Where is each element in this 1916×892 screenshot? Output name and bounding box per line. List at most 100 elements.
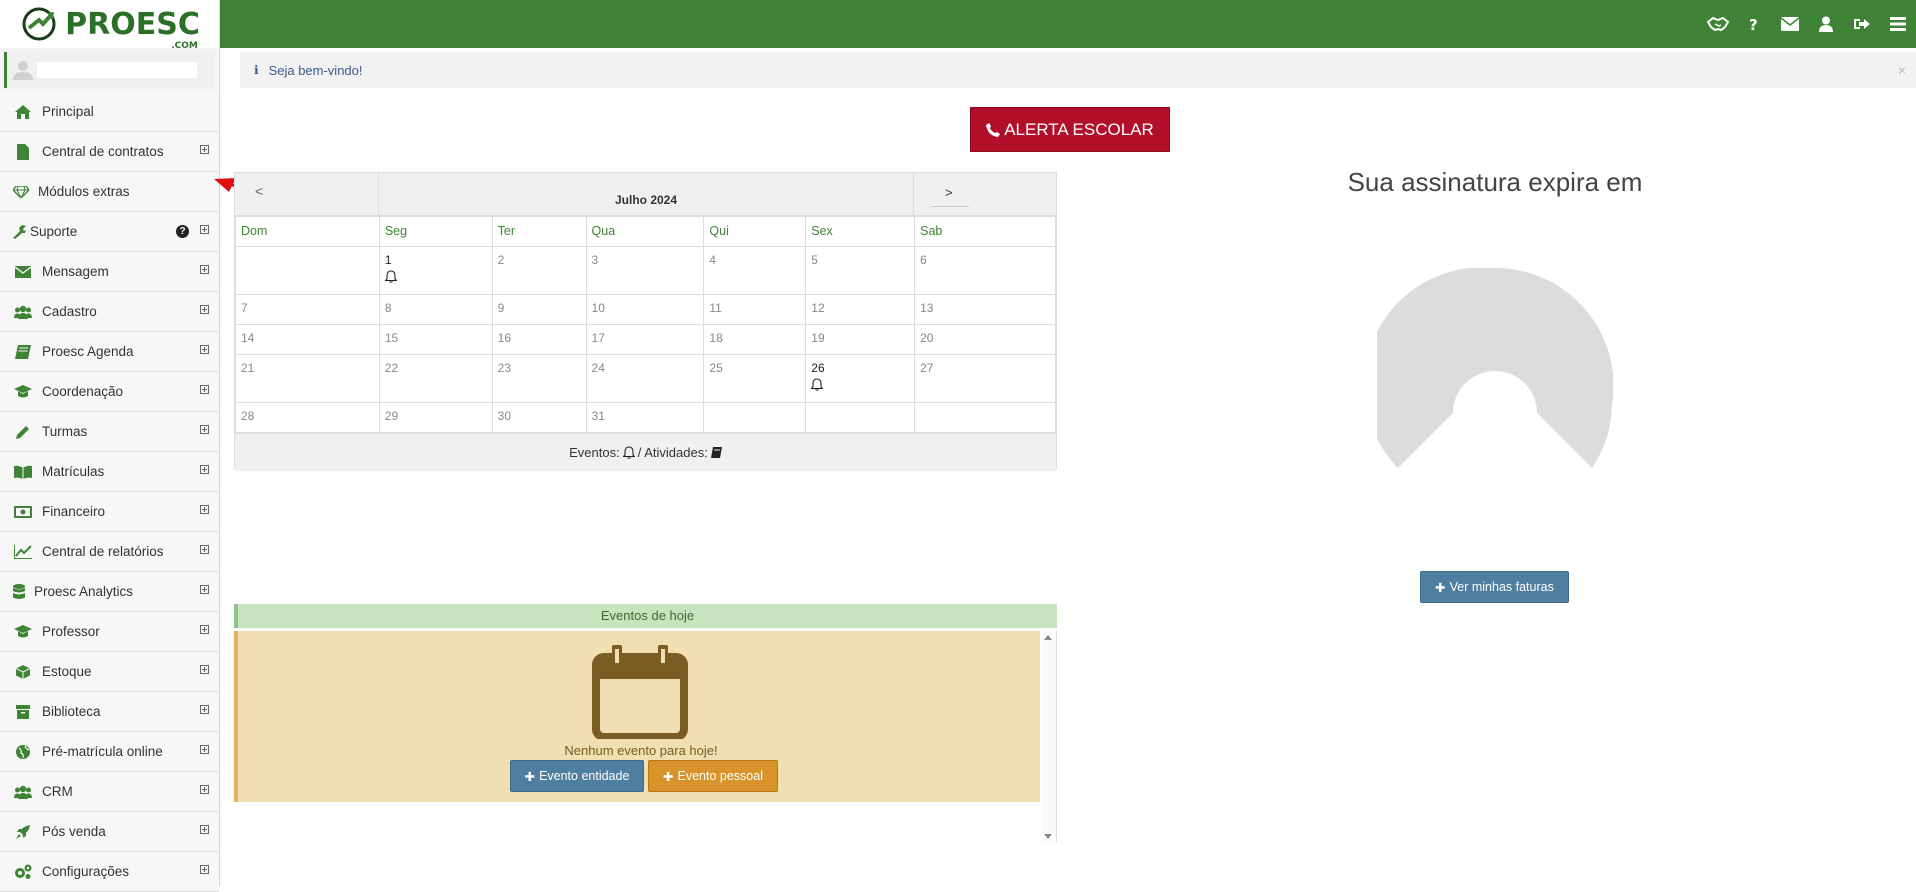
calendar-day[interactable]: 30 (491, 402, 587, 433)
sidebar-item-modulos-extras[interactable]: Módulos extras (0, 172, 219, 212)
expand-icon[interactable] (200, 545, 209, 554)
sidebar-item-financeiro[interactable]: Financeiro (0, 492, 219, 532)
sidebar-item-turmas[interactable]: Turmas (0, 412, 219, 452)
calendar-day[interactable]: 26 (805, 354, 916, 403)
expand-icon[interactable] (200, 585, 209, 594)
calendar-day[interactable]: 23 (491, 354, 587, 403)
weekday-qua: Qua (585, 216, 705, 247)
sidebar-item-central-de-contratos[interactable]: Central de contratos (0, 132, 219, 172)
calendar-day[interactable]: 13 (914, 294, 1056, 325)
scroll-down-icon[interactable] (1044, 834, 1052, 839)
sidebar-item-pre-matricula-online[interactable]: Pré-matrícula online (0, 732, 219, 772)
alerta-escolar-button[interactable]: ALERTA ESCOLAR (970, 107, 1170, 152)
sidebar-item-principal[interactable]: Principal (0, 92, 219, 132)
sidebar-item-mensagem[interactable]: Mensagem (0, 252, 219, 292)
sidebar-item-coordenacao[interactable]: Coordenação (0, 372, 219, 412)
calendar-weekdays: Dom Seg Ter Qua Qui Sex Sab (235, 216, 1056, 247)
calendar-day[interactable]: 10 (585, 294, 705, 325)
calendar-day[interactable]: 15 (378, 324, 493, 355)
sidebar-item-configuracoes[interactable]: Configurações (0, 852, 219, 892)
expand-icon[interactable] (200, 745, 209, 754)
expand-icon[interactable] (200, 665, 209, 674)
logo[interactable]: PROESC .COM (0, 0, 220, 51)
calendar-day[interactable]: 20 (914, 324, 1056, 355)
calendar-day[interactable]: 12 (805, 294, 916, 325)
expand-icon[interactable] (200, 865, 209, 874)
calendar-next-button[interactable]: > (931, 185, 969, 207)
calendar-day[interactable]: 27 (914, 354, 1056, 403)
sign-out-icon[interactable] (1844, 0, 1880, 48)
calendar-day[interactable]: 1 (378, 246, 493, 295)
expand-icon[interactable] (200, 505, 209, 514)
calendar-day[interactable]: 11 (703, 294, 807, 325)
ver-minhas-faturas-button[interactable]: ✚ Ver minhas faturas (1420, 571, 1569, 603)
help-icon[interactable]: ? (176, 225, 189, 238)
calendar-prev-button[interactable]: < (255, 183, 263, 199)
sidebar-item-central-de-relatorios[interactable]: Central de relatórios (0, 532, 219, 572)
hamburger-icon[interactable] (1880, 0, 1916, 48)
calendar-day[interactable]: 6 (914, 246, 1056, 295)
user-profile[interactable] (4, 52, 215, 88)
calendar-day[interactable]: 14 (235, 324, 380, 355)
evento-entidade-button[interactable]: ✚ Evento entidade (510, 760, 644, 792)
weekday-qui: Qui (703, 216, 807, 247)
calendar-day[interactable]: 17 (585, 324, 705, 355)
faturas-button-label: Ver minhas faturas (1449, 580, 1554, 594)
evento-pessoal-button[interactable]: ✚ Evento pessoal (648, 760, 778, 792)
expand-icon[interactable] (200, 385, 209, 394)
expand-icon[interactable] (200, 225, 209, 234)
expand-icon[interactable] (200, 145, 209, 154)
sidebar-item-label: Cadastro (42, 304, 97, 319)
calendar-day[interactable]: 5 (805, 246, 916, 295)
calendar-day[interactable]: 21 (235, 354, 380, 403)
question-icon[interactable]: ? (1736, 0, 1772, 48)
graduation-cap-icon (14, 384, 32, 400)
sidebar-item-matriculas[interactable]: Matrículas (0, 452, 219, 492)
expand-icon[interactable] (200, 305, 209, 314)
calendar-day[interactable]: 29 (378, 402, 493, 433)
sidebar-item-biblioteca[interactable]: Biblioteca (0, 692, 219, 732)
calendar-day[interactable]: 25 (703, 354, 807, 403)
sidebar-item-estoque[interactable]: Estoque (0, 652, 219, 692)
envelope-icon[interactable] (1772, 0, 1808, 48)
expand-icon[interactable] (200, 625, 209, 634)
calendar-day[interactable]: 16 (491, 324, 587, 355)
expand-icon[interactable] (200, 705, 209, 714)
expand-icon[interactable] (200, 265, 209, 274)
expand-icon[interactable] (200, 425, 209, 434)
weekday-dom: Dom (235, 216, 380, 247)
scroll-up-icon[interactable] (1044, 635, 1052, 640)
events-scrollbar[interactable] (1041, 631, 1056, 843)
calendar-day[interactable]: 8 (378, 294, 493, 325)
sidebar-item-crm[interactable]: CRM (0, 772, 219, 812)
calendar-day[interactable]: 31 (585, 402, 705, 433)
sidebar-item-suporte[interactable]: Suporte ? (0, 212, 219, 252)
user-icon[interactable] (1808, 0, 1844, 48)
bell-icon (811, 378, 824, 391)
calendar-day[interactable]: 28 (235, 402, 380, 433)
sidebar-item-professor[interactable]: Professor (0, 612, 219, 652)
calendar-day[interactable]: 7 (235, 294, 380, 325)
calendar-day[interactable]: 19 (805, 324, 916, 355)
expand-icon[interactable] (200, 345, 209, 354)
calendar-day[interactable]: 9 (491, 294, 587, 325)
expand-icon[interactable] (200, 465, 209, 474)
close-icon[interactable]: × (1898, 62, 1906, 78)
sidebar-item-proesc-analytics[interactable]: Proesc Analytics (0, 572, 219, 612)
calendar-day[interactable]: 3 (585, 246, 705, 295)
calendar-day[interactable]: 4 (703, 246, 807, 295)
wrench-icon (12, 224, 26, 240)
calendar-day (805, 402, 916, 433)
expand-icon[interactable] (200, 825, 209, 834)
handshake-icon[interactable] (1700, 0, 1736, 48)
sidebar-item-cadastro[interactable]: Cadastro (0, 292, 219, 332)
calendar-day[interactable]: 2 (491, 246, 587, 295)
calendar-day[interactable]: 22 (378, 354, 493, 403)
calendar-day[interactable]: 24 (585, 354, 705, 403)
expand-icon[interactable] (200, 785, 209, 794)
sidebar-item-pos-venda[interactable]: Pós venda (0, 812, 219, 852)
sidebar-item-proesc-agenda[interactable]: Proesc Agenda (0, 332, 219, 372)
evento-pessoal-label: Evento pessoal (677, 769, 763, 783)
welcome-text: Seja bem-vindo! (268, 62, 363, 78)
calendar-day[interactable]: 18 (703, 324, 807, 355)
